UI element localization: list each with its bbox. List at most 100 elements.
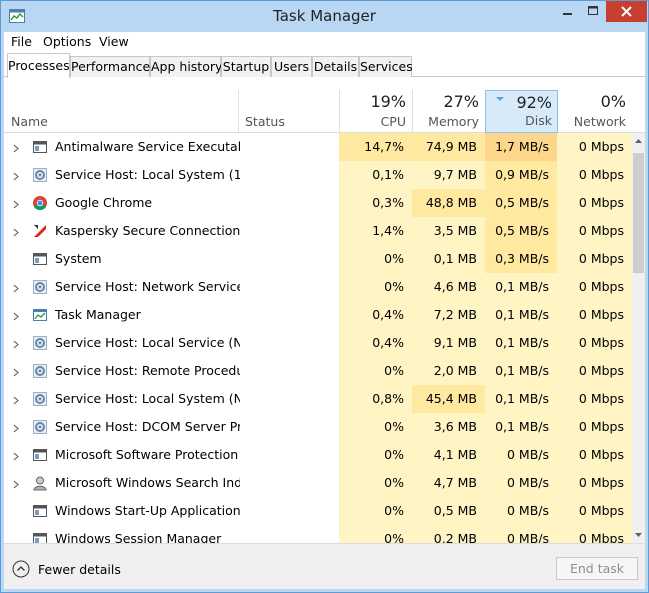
- column-label-memory: Memory: [428, 114, 479, 129]
- network-value: 0 Mbps: [557, 245, 632, 273]
- chevron-right-icon[interactable]: [13, 366, 19, 377]
- chevron-right-icon[interactable]: [13, 198, 19, 209]
- gear-icon: [32, 279, 48, 295]
- process-row[interactable]: System 0% 0,1 MB 0,3 MB/s 0 Mbps: [4, 245, 632, 273]
- disk-value: 0,3 MB/s: [485, 245, 557, 273]
- chevron-right-icon[interactable]: [13, 142, 19, 153]
- chevron-right-icon[interactable]: [13, 422, 19, 433]
- tab-performance[interactable]: Performance: [70, 56, 150, 77]
- title-bar[interactable]: Task Manager: [1, 1, 648, 32]
- chevron-right-icon[interactable]: [13, 310, 19, 321]
- column-header-cpu[interactable]: 19% CPU: [340, 90, 412, 133]
- cpu-value: 0%: [339, 357, 412, 385]
- close-button[interactable]: [606, 1, 647, 22]
- sort-descending-icon: [496, 91, 504, 101]
- disk-value: 0,5 MB/s: [485, 217, 557, 245]
- menu-view[interactable]: View: [99, 34, 129, 49]
- vertical-scrollbar[interactable]: [632, 133, 645, 543]
- column-label-network: Network: [573, 114, 626, 129]
- process-row[interactable]: Microsoft Windows Search Inde... 0%4,7 MB…: [4, 469, 632, 497]
- chevron-right-icon[interactable]: [13, 478, 19, 489]
- tab-users[interactable]: Users: [271, 56, 312, 77]
- process-row[interactable]: Service Host: Remote Procedure... 0%2,0 M…: [4, 357, 632, 385]
- process-name: Microsoft Windows Search Inde...: [55, 475, 240, 490]
- disk-value: 0,1 MB/s: [485, 301, 557, 329]
- network-value: 0 Mbps: [557, 329, 632, 357]
- memory-value: 3,5 MB: [412, 217, 485, 245]
- memory-value: 4,1 MB: [412, 441, 485, 469]
- tab-app-history[interactable]: App history: [150, 56, 222, 77]
- chevron-right-icon[interactable]: [13, 282, 19, 293]
- process-row[interactable]: Service Host: Local Service (Net... 0,4%9…: [4, 329, 632, 357]
- gear-icon: [32, 419, 48, 435]
- column-label-status: Status: [245, 114, 285, 129]
- process-name: Service Host: DCOM Server Proc...: [55, 419, 240, 434]
- process-row[interactable]: Windows Start-Up Application 0% 0,5 MB 0 MB…: [4, 497, 632, 525]
- chevron-right-icon[interactable]: [13, 226, 19, 237]
- column-header-disk[interactable]: 92% Disk: [485, 90, 558, 133]
- menu-options[interactable]: Options: [43, 34, 91, 49]
- disk-value: 0,1 MB/s: [485, 329, 557, 357]
- process-name: Service Host: Network Service (4): [55, 279, 240, 294]
- chevron-right-icon[interactable]: [13, 394, 19, 405]
- process-row[interactable]: Service Host: DCOM Server Proc... 0%3,6 M…: [4, 413, 632, 441]
- cpu-value: 0%: [339, 413, 412, 441]
- column-header-memory[interactable]: 27% Memory: [413, 90, 485, 133]
- memory-value: 4,7 MB: [412, 469, 485, 497]
- process-row[interactable]: Service Host: Network Service (4) 0%4,6 M…: [4, 273, 632, 301]
- tab-processes[interactable]: Processes: [7, 53, 70, 78]
- task-manager-window: Task Manager File Options View Processes…: [0, 0, 649, 593]
- process-name: Service Host: Remote Procedure...: [55, 363, 240, 378]
- process-name: Antimalware Service Executable: [55, 139, 240, 154]
- memory-value: 0,1 MB: [412, 245, 485, 273]
- chevron-right-icon[interactable]: [13, 338, 19, 349]
- process-row[interactable]: Windows Session Manager 0% 0,2 MB 0 MB/s 0 M…: [4, 525, 632, 543]
- process-row[interactable]: Task Manager 0,4% 7,2 MB 0,1 MB/s 0 Mbps: [4, 301, 632, 329]
- scroll-up-icon[interactable]: [632, 133, 645, 149]
- memory-total-percent: 27%: [443, 92, 479, 111]
- chevron-right-icon[interactable]: [13, 170, 19, 181]
- fewer-details-link[interactable]: Fewer details: [38, 562, 121, 577]
- process-row[interactable]: Antimalware Service Executable 14,7% 74,9 …: [4, 133, 632, 161]
- column-header-name[interactable]: Name: [4, 90, 238, 133]
- disk-value: 0 MB/s: [485, 525, 557, 543]
- process-name: Service Host: Local System (Net...: [55, 391, 240, 406]
- app-window-icon: [32, 531, 48, 543]
- process-row[interactable]: Microsoft Software Protection P... 0% 4,1 …: [4, 441, 632, 469]
- memory-value: 45,4 MB: [412, 385, 485, 413]
- memory-value: 7,2 MB: [412, 301, 485, 329]
- scroll-down-icon[interactable]: [632, 527, 645, 543]
- gear-icon: [32, 335, 48, 351]
- network-value: 0 Mbps: [557, 385, 632, 413]
- menu-bar: File Options View: [4, 32, 645, 53]
- network-value: 0 Mbps: [557, 133, 632, 161]
- maximize-button[interactable]: [580, 1, 605, 22]
- column-header-network[interactable]: 0% Network: [558, 90, 632, 133]
- chevron-up-circle-icon[interactable]: [12, 560, 30, 578]
- memory-value: 74,9 MB: [412, 133, 485, 161]
- network-value: 0 Mbps: [557, 497, 632, 525]
- tab-details[interactable]: Details: [312, 56, 359, 77]
- search-indexer-icon: [32, 475, 48, 491]
- column-header-status[interactable]: Status: [239, 90, 339, 133]
- app-window-icon: [32, 251, 48, 267]
- chevron-right-icon[interactable]: [13, 450, 19, 461]
- disk-total-percent: 92%: [516, 93, 552, 112]
- app-window-icon: [32, 447, 48, 463]
- disk-value: 0 MB/s: [485, 497, 557, 525]
- cpu-value: 0,1%: [339, 161, 412, 189]
- tab-startup[interactable]: Startup: [221, 56, 271, 77]
- process-row[interactable]: Service Host: Local System (13) 0,1% 9,7 M…: [4, 161, 632, 189]
- column-label-disk: Disk: [525, 113, 552, 128]
- menu-file[interactable]: File: [11, 34, 32, 49]
- cpu-value: 14,7%: [339, 133, 412, 161]
- cpu-value: 1,4%: [339, 217, 412, 245]
- scrollbar-thumb[interactable]: [633, 153, 644, 273]
- process-row[interactable]: Service Host: Local System (Net... 0,8%45…: [4, 385, 632, 413]
- tab-services[interactable]: Services: [359, 56, 413, 77]
- process-row[interactable]: Kaspersky Secure Connection (3... 1,4%3,5…: [4, 217, 632, 245]
- minimize-button[interactable]: [554, 1, 580, 22]
- end-task-button[interactable]: End task: [556, 557, 638, 580]
- process-row[interactable]: Google Chrome 0,3% 48,8 MB 0,5 MB/s 0 Mbps: [4, 189, 632, 217]
- memory-value: 0,5 MB: [412, 497, 485, 525]
